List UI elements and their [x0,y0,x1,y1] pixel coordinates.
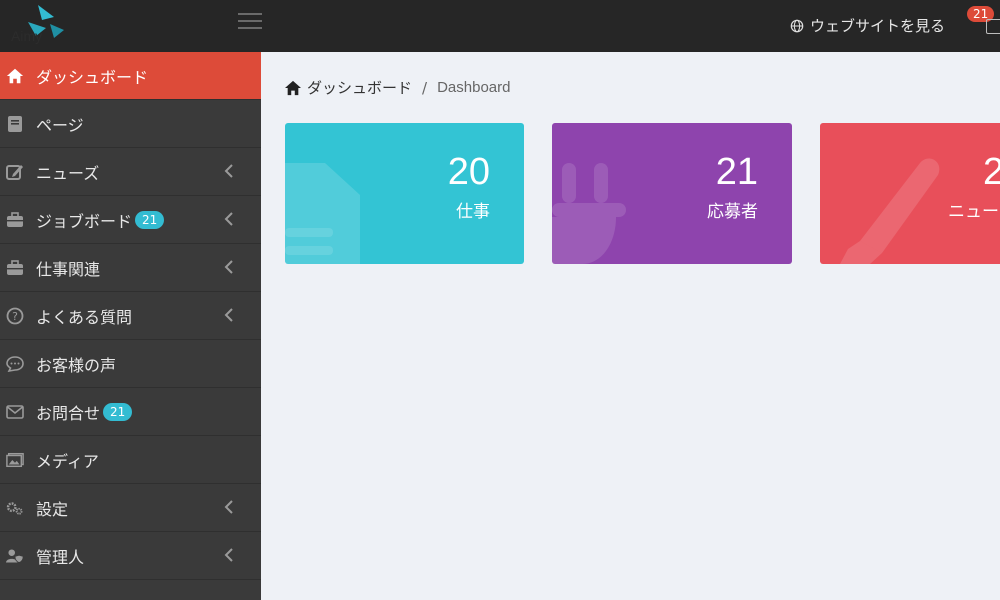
stat-label: ニュー [948,202,999,222]
sidebar-item-news[interactable]: ニューズ [0,148,261,196]
sidebar-item-job-related[interactable]: 仕事関連 [0,244,261,292]
breadcrumb-subtitle: Dashboard [437,79,511,96]
menu-toggle-button[interactable] [238,13,262,31]
user-shield-icon [6,547,24,565]
chevron-left-icon [224,260,233,274]
envelope-icon [6,403,24,421]
top-navbar: Aimy ウェブサイトを見る 21 [0,0,1000,52]
sidebar-item-label: よくある質問 [36,307,133,327]
envelope-icon [986,19,1000,34]
breadcrumb-current[interactable]: ダッシュボード [307,77,412,98]
sidebar-item-settings[interactable]: 設定 [0,484,261,532]
sidebar-item-testimonials[interactable]: お客様の声 [0,340,261,388]
sidebar-item-label: メディア [36,451,99,471]
comment-icon [6,355,24,373]
stat-value: 21 [715,151,758,193]
stat-card-news[interactable]: 2 ニュー [820,123,1000,264]
sidebar-item-jobboard[interactable]: ジョブボード 21 [0,196,261,244]
image-icon [6,451,24,469]
view-website-link[interactable]: ウェブサイトを見る [790,15,945,36]
book-icon [6,115,24,133]
pencil-icon [840,158,940,264]
breadcrumb-separator: / [422,78,428,97]
briefcase-icon [6,259,24,277]
chevron-left-icon [224,500,233,514]
home-icon [6,67,24,85]
sidebar-item-label: 仕事関連 [36,259,101,279]
home-icon [285,80,301,95]
messages-button[interactable]: 21 [967,6,1000,38]
stat-value: 2 [983,151,1000,193]
sidebar-item-label: お客様の声 [36,355,117,375]
chevron-left-icon [224,164,233,178]
sidebar: ダッシュボード ページ ニューズ ジョブボード 21 仕事関連 ? よくある質問 [0,52,261,600]
sidebar-item-dashboard[interactable]: ダッシュボード [0,52,261,100]
stat-card-jobs[interactable]: 20 仕事 [285,123,524,264]
sidebar-item-label: ダッシュボード [36,67,149,87]
edit-icon [6,163,24,181]
stat-value: 20 [447,151,490,193]
sidebar-item-contact[interactable]: お問合せ 21 [0,388,261,436]
sidebar-item-label: お問合せ [36,403,101,423]
sidebar-item-label: ニューズ [36,163,100,183]
sidebar-item-label: 設定 [36,499,69,519]
chevron-left-icon [224,308,233,322]
sidebar-item-admin[interactable]: 管理人 [0,532,261,580]
contact-count-badge: 21 [103,402,133,421]
stat-label: 仕事 [456,202,490,222]
svg-text:?: ? [12,310,18,323]
sidebar-item-label: 管理人 [36,547,85,567]
stat-card-applicants[interactable]: 21 応募者 [552,123,792,264]
breadcrumb: ダッシュボード / Dashboard [284,77,510,98]
sidebar-item-media[interactable]: メディア [0,436,261,484]
chevron-left-icon [224,212,233,226]
logo-text: Aimy [11,28,43,44]
globe-icon [790,19,804,32]
briefcase-icon [6,211,24,229]
sidebar-item-pages[interactable]: ページ [0,100,261,148]
jobboard-count-badge: 21 [135,210,165,229]
brand-logo[interactable]: Aimy [8,2,68,48]
stat-label: 応募者 [707,202,758,222]
question-circle-icon: ? [6,307,24,325]
sidebar-item-label: ジョブボード [36,211,133,231]
sidebar-item-label: ページ [36,115,84,135]
gears-icon [6,499,24,517]
view-website-label: ウェブサイトを見る [810,17,946,35]
sidebar-item-faq[interactable]: ? よくある質問 [0,292,261,340]
chevron-left-icon [224,548,233,562]
